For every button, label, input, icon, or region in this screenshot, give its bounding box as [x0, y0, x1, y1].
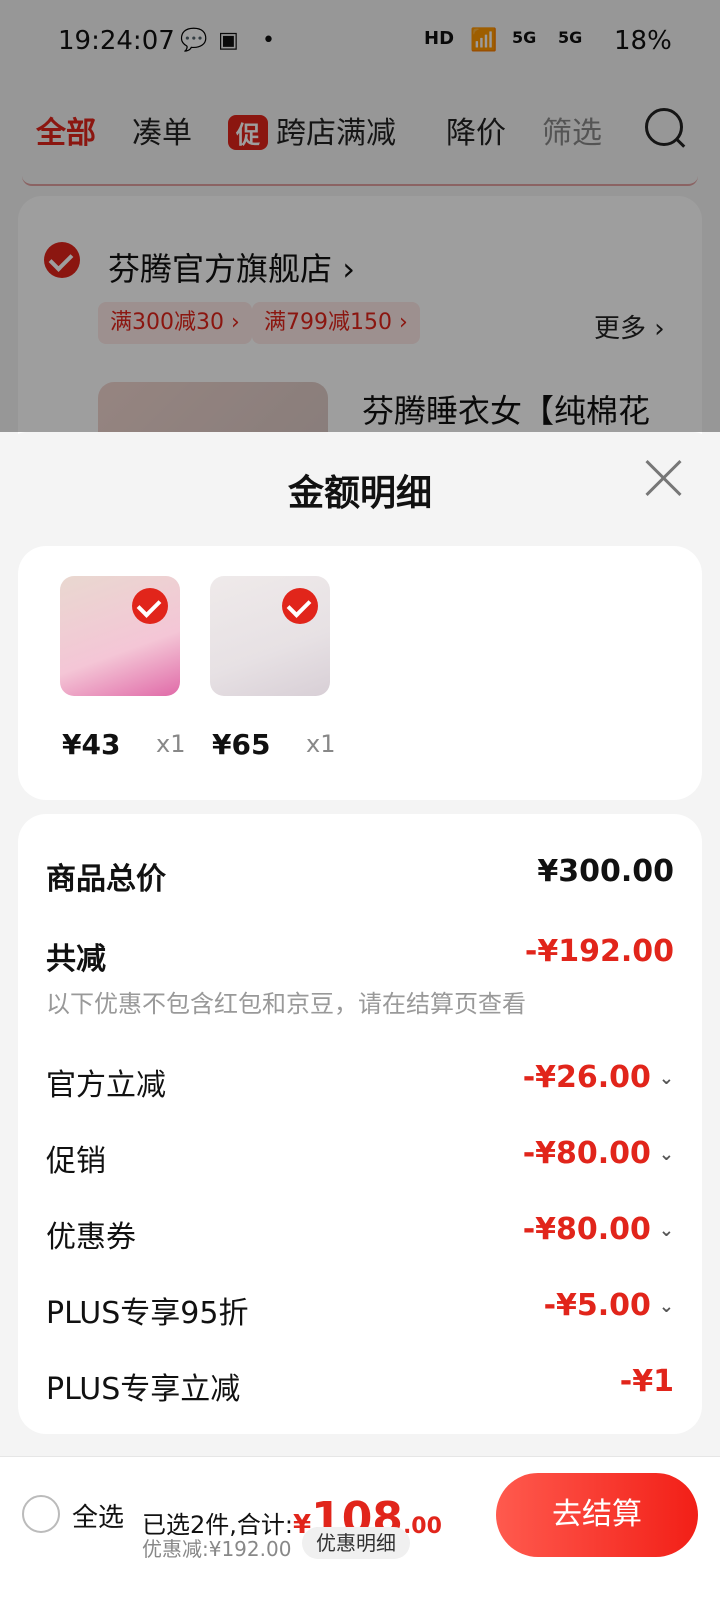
- row-plus-95[interactable]: -¥5.00 ⌄: [544, 1288, 674, 1323]
- row-plus-discount-value: -¥1: [619, 1364, 674, 1399]
- total-decimal: .00: [402, 1514, 442, 1539]
- row-official-discount[interactable]: -¥26.00 ⌄: [523, 1060, 674, 1095]
- row-coupon-value: -¥80.00: [522, 1212, 651, 1247]
- discount-note: 以下优惠不包含红包和京豆，请在结算页查看: [46, 990, 526, 1018]
- item-check-icon-2: [282, 588, 318, 624]
- checkout-button[interactable]: 去结算: [496, 1473, 698, 1557]
- row-plus-95-value: -¥5.00: [543, 1288, 651, 1323]
- row-coupon[interactable]: -¥80.00 ⌄: [523, 1212, 674, 1247]
- checkout-bar: 全选 已选2件,合计:¥108.00 优惠减:¥192.00 优惠明细 去结算: [0, 1456, 720, 1610]
- total-value: ¥300.00: [537, 854, 674, 889]
- row-promotion-label: 促销: [46, 1144, 106, 1179]
- row-plus-discount-label: PLUS专享立减: [46, 1372, 241, 1407]
- discount-total: 优惠减:¥192.00: [142, 1537, 292, 1561]
- chevron-down-icon: ⌄: [658, 1220, 674, 1241]
- item-thumbnail-1[interactable]: [60, 576, 180, 696]
- chevron-down-icon: ⌄: [658, 1068, 674, 1089]
- price-breakdown-card: 商品总价 ¥300.00 共减 -¥192.00 以下优惠不包含红包和京豆，请在…: [18, 814, 702, 1434]
- item-price-1: ¥43: [62, 728, 121, 761]
- amount-detail-sheet: 金额明细 ¥43 x1 ¥65 x1 商品总价 ¥300.00 共减 -¥192…: [0, 432, 720, 1609]
- row-official-discount-value: -¥26.00: [522, 1060, 651, 1095]
- reduce-value: -¥192.00: [524, 934, 674, 969]
- item-thumbnail-2[interactable]: [210, 576, 330, 696]
- total-label: 商品总价: [46, 862, 166, 897]
- close-icon[interactable]: [644, 458, 684, 498]
- discount-detail-button[interactable]: 优惠明细: [302, 1527, 410, 1559]
- item-qty-1: x1: [156, 730, 186, 758]
- row-coupon-label: 优惠券: [46, 1220, 136, 1255]
- chevron-down-icon: ⌄: [658, 1144, 674, 1165]
- item-check-icon-1: [132, 588, 168, 624]
- sheet-title: 金额明细: [287, 473, 432, 514]
- row-promotion[interactable]: -¥80.00 ⌄: [523, 1136, 674, 1171]
- item-price-2: ¥65: [212, 728, 271, 761]
- select-all-label[interactable]: 全选: [72, 1497, 124, 1534]
- chevron-down-icon: ⌄: [658, 1296, 674, 1317]
- background: 19:24:07 💬 ▣ • HD 📶 5G 5G 18% 全部 凑单 促跨店满…: [0, 0, 720, 1610]
- reduce-label: 共减: [46, 942, 106, 977]
- select-all-radio[interactable]: [22, 1495, 60, 1533]
- row-plus-95-label: PLUS专享95折: [46, 1296, 249, 1331]
- dim-overlay[interactable]: [0, 0, 720, 432]
- items-card: ¥43 x1 ¥65 x1: [18, 546, 702, 800]
- item-qty-2: x1: [306, 730, 336, 758]
- row-promotion-value: -¥80.00: [522, 1136, 651, 1171]
- row-official-discount-label: 官方立减: [46, 1068, 166, 1103]
